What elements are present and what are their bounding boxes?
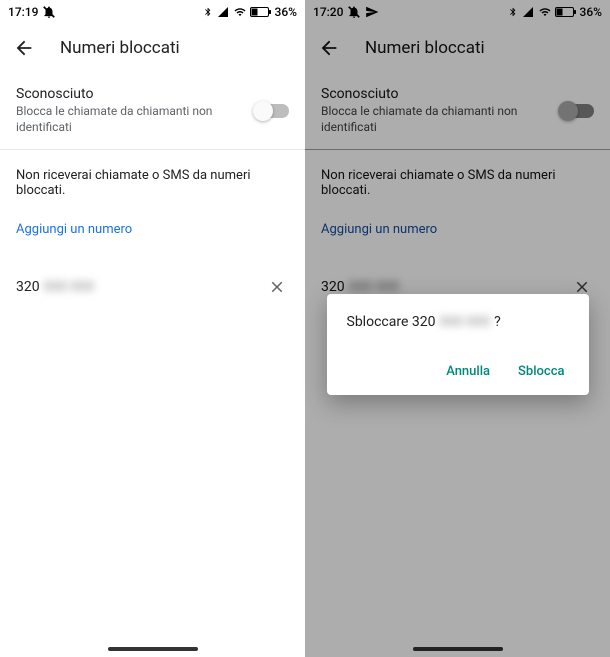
- back-button[interactable]: [12, 36, 36, 60]
- screen-right: 17:20 36% Numeri bloccati Sconosciuto Bl…: [305, 0, 610, 657]
- screen-left: 17:19 36% Numeri bloccati Sconosciuto Bl…: [0, 0, 305, 657]
- app-bar: Numeri bloccati: [0, 24, 305, 72]
- bluetooth-icon: [203, 6, 213, 18]
- unknown-title: Sconosciuto: [16, 86, 243, 102]
- dnd-icon: [42, 5, 56, 19]
- status-bar: 17:19 36%: [0, 0, 305, 24]
- battery-percent: 36%: [275, 5, 297, 19]
- unblock-button[interactable]: Sblocca: [514, 358, 568, 385]
- modal-overlay[interactable]: Sbloccare 320 000 000 ? Annulla Sblocca: [305, 0, 610, 657]
- blocked-number-row: 320 000 000: [0, 261, 305, 313]
- remove-number-button[interactable]: [265, 275, 289, 299]
- dialog-message: Sbloccare 320 000 000 ?: [347, 314, 569, 330]
- page-title: Numeri bloccati: [60, 38, 180, 58]
- unknown-toggle[interactable]: [255, 104, 289, 118]
- unknown-subtitle: Blocca le chiamate da chiamanti non iden…: [16, 104, 243, 135]
- cancel-button[interactable]: Annulla: [442, 358, 494, 385]
- info-text: Non riceverai chiamate o SMS da numeri b…: [0, 150, 305, 222]
- battery-icon: [250, 6, 272, 18]
- unblock-dialog: Sbloccare 320 000 000 ? Annulla Sblocca: [327, 294, 589, 395]
- blocked-number: 320 000 000: [16, 279, 94, 295]
- add-number-link[interactable]: Aggiungi un numero: [0, 222, 305, 261]
- nav-handle[interactable]: [108, 647, 198, 651]
- wifi-icon: [233, 6, 247, 18]
- unknown-caller-setting[interactable]: Sconosciuto Blocca le chiamate da chiama…: [0, 72, 305, 150]
- signal-icon: [216, 6, 230, 18]
- status-time: 17:19: [8, 5, 38, 19]
